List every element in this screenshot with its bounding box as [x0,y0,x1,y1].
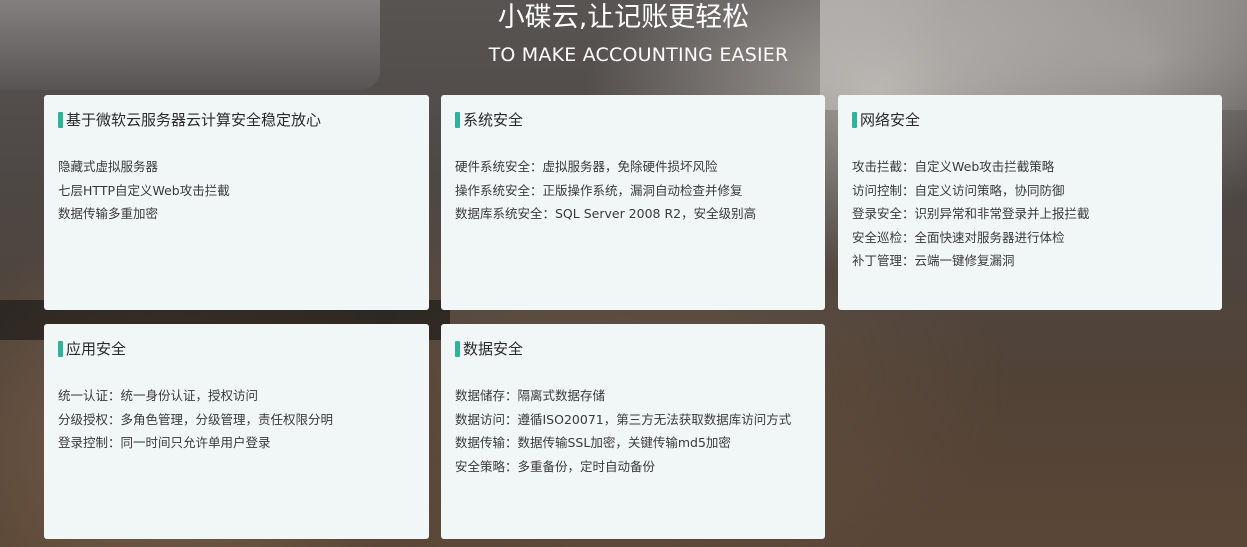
feature-list: 隐藏式虚拟服务器 七层HTTP自定义Web攻击拦截 数据传输多重加密 [58,155,415,226]
card-header: 网络安全 [852,109,1208,131]
accent-bar [455,341,460,357]
card-header: 应用安全 [58,338,415,360]
card-title: 基于微软云服务器云计算安全稳定放心 [66,111,322,129]
feature-list: 攻击拦截：自定义Web攻击拦截策略 访问控制：自定义访问策略，协同防御 登录安全… [852,155,1208,273]
list-item: 硬件系统安全：虚拟服务器，免除硬件损坏风险 [455,159,718,174]
accent-bar [58,112,63,128]
card-header: 数据安全 [455,338,811,360]
security-card-application: 应用安全 统一认证：统一身份认证，授权访问 分级授权：多角色管理，分级管理，责任… [44,324,429,539]
list-item: 数据访问：遵循ISO20071，第三方无法获取数据库访问方式 [455,411,792,427]
list-item: 七层HTTP自定义Web攻击拦截 [58,182,230,198]
card-header: 基于微软云服务器云计算安全稳定放心 [58,109,415,131]
card-title: 数据安全 [463,340,524,358]
list-item: 数据传输：数据传输SSL加密，关键传输md5加密 [455,435,731,450]
list-item: 安全巡检：全面快速对服务器进行体检 [852,229,1065,245]
page-subtitle: TO MAKE ACCOUNTING EASIER [488,44,789,66]
list-item: 数据储存：隔离式数据存储 [455,388,606,403]
feature-list: 统一认证：统一身份认证，授权访问 分级授权：多角色管理，分级管理，责任权限分明 … [58,384,415,455]
list-item: 安全策略：多重备份，定时自动备份 [455,458,656,474]
list-item: 登录安全：识别异常和非常登录并上报拦截 [852,206,1090,221]
card-title: 网络安全 [860,111,921,129]
list-item: 统一认证：统一身份认证，授权访问 [58,388,259,403]
accent-bar [455,112,460,128]
list-item: 数据传输多重加密 [58,206,159,221]
list-item: 操作系统安全：正版操作系统，漏洞自动检查并修复 [455,182,743,198]
security-card-data: 数据安全 数据储存：隔离式数据存储 数据访问：遵循ISO20071，第三方无法获… [441,324,825,539]
accent-bar [852,112,857,128]
card-header: 系统安全 [455,109,811,131]
list-item: 补丁管理：云端一键修复漏洞 [852,253,1015,268]
list-item: 隐藏式虚拟服务器 [58,159,159,174]
security-card-cloud: 基于微软云服务器云计算安全稳定放心 隐藏式虚拟服务器 七层HTTP自定义Web攻… [44,95,429,310]
list-item: 分级授权：多角色管理，分级管理，责任权限分明 [58,411,334,427]
list-item: 登录控制：同一时间只允许单用户登录 [58,435,271,450]
list-item: 攻击拦截：自定义Web攻击拦截策略 [852,159,1055,174]
list-item: 访问控制：自定义访问策略，协同防御 [852,182,1065,198]
page-title: 小碟云,让记账更轻松 [497,2,750,33]
feature-list: 数据储存：隔离式数据存储 数据访问：遵循ISO20071，第三方无法获取数据库访… [455,384,811,478]
card-title: 系统安全 [463,111,524,129]
card-title: 应用安全 [66,340,127,358]
security-card-system: 系统安全 硬件系统安全：虚拟服务器，免除硬件损坏风险 操作系统安全：正版操作系统… [441,95,825,310]
accent-bar [58,341,63,357]
feature-list: 硬件系统安全：虚拟服务器，免除硬件损坏风险 操作系统安全：正版操作系统，漏洞自动… [455,155,811,226]
list-item: 数据库系统安全：SQL Server 2008 R2，安全级别高 [455,206,757,221]
security-card-network: 网络安全 攻击拦截：自定义Web攻击拦截策略 访问控制：自定义访问策略，协同防御… [838,95,1222,310]
